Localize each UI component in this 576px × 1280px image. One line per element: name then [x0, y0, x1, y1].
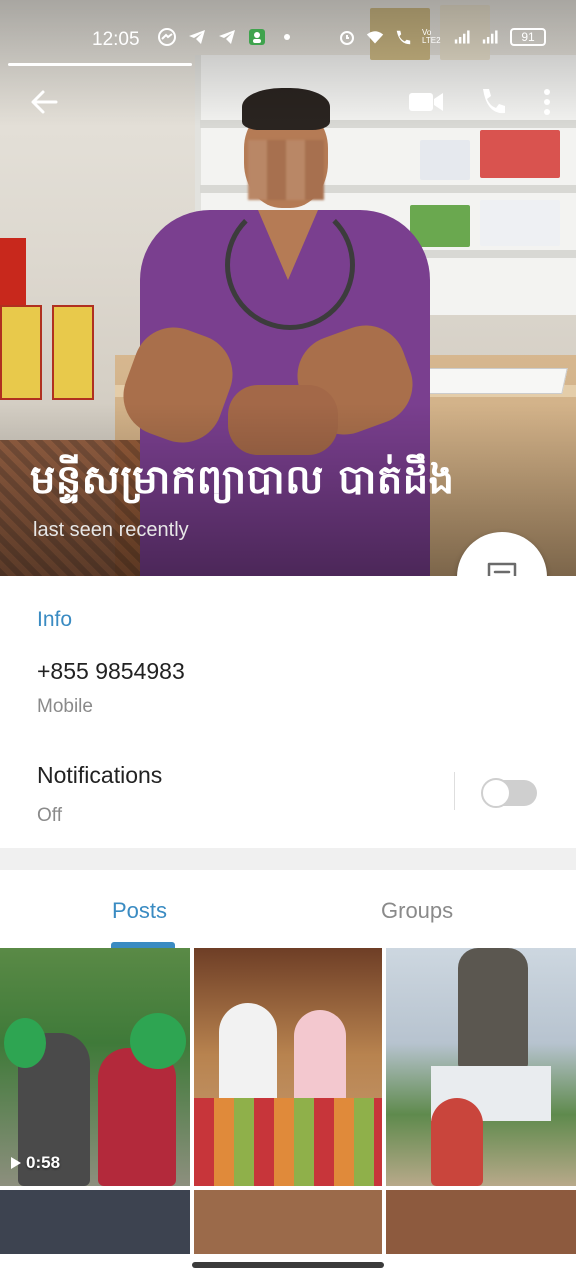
notifications-status: Off: [37, 805, 62, 826]
duration-text: 0:58: [26, 1153, 61, 1172]
info-heading: Info: [37, 608, 73, 631]
posts-grid: 0:58: [0, 948, 576, 1280]
fruit-offerings: [194, 1098, 382, 1186]
status-bar: 12:05 Vo LTE2 91: [0, 0, 576, 66]
signal-icon: [454, 28, 472, 46]
gesture-navigation-bar[interactable]: [192, 1262, 384, 1268]
contacts-icon: [248, 28, 266, 46]
more-options-button[interactable]: [540, 84, 554, 120]
statue: [458, 948, 528, 1068]
video-camera-icon: [409, 93, 443, 111]
phone-icon: [483, 89, 505, 114]
voice-call-button[interactable]: [474, 84, 510, 120]
post-thumbnail[interactable]: [0, 1190, 190, 1254]
lte-icon: Vo LTE2: [422, 28, 441, 45]
messenger-icon: [158, 28, 176, 46]
person-figure: [219, 1003, 277, 1113]
notifications-toggle[interactable]: [481, 778, 537, 808]
dot-icon: [278, 28, 296, 46]
video-duration: 0:58: [10, 1153, 60, 1173]
story-progress-bar: [8, 63, 192, 66]
post-thumbnail[interactable]: [386, 948, 576, 1186]
back-button[interactable]: [26, 84, 62, 120]
telegram-icon: [218, 28, 236, 46]
wifi-icon: [366, 28, 384, 46]
balloon: [130, 1013, 186, 1069]
more-vertical-icon: [544, 89, 550, 115]
status-time: 12:05: [92, 29, 140, 50]
system-icons: Vo LTE2 91: [338, 28, 546, 46]
phone-number[interactable]: +855 9854983: [37, 658, 185, 685]
person-figure: [431, 1098, 483, 1186]
person-figure: [98, 1048, 176, 1186]
tab-posts[interactable]: Posts: [112, 898, 167, 924]
media-tabs: Posts Groups: [0, 870, 576, 948]
info-section: Info +855 9854983 Mobile Notifications O…: [0, 576, 576, 848]
profile-name: មន្ទីសម្រាកព្យាបាល បាត់ដឹង: [30, 457, 455, 503]
notifications-label[interactable]: Notifications: [37, 762, 162, 789]
last-seen-status: last seen recently: [33, 519, 189, 541]
toggle-knob: [481, 778, 511, 808]
signal-icon: [482, 28, 500, 46]
post-thumbnail[interactable]: [194, 1190, 382, 1254]
post-thumbnail[interactable]: [386, 1190, 576, 1254]
tab-groups[interactable]: Groups: [381, 898, 453, 924]
notification-icons: [158, 28, 296, 46]
telegram-icon: [188, 28, 206, 46]
divider: [454, 772, 455, 810]
post-thumbnail[interactable]: 0:58: [0, 948, 190, 1186]
play-icon: [11, 1157, 21, 1169]
call-wifi-icon: [394, 28, 412, 46]
header-actions: [408, 84, 554, 120]
back-arrow-icon: [31, 90, 58, 114]
video-call-button[interactable]: [408, 84, 444, 120]
phone-type-label: Mobile: [37, 696, 93, 717]
post-thumbnail[interactable]: [194, 948, 382, 1186]
battery-icon: 91: [510, 28, 546, 46]
alarm-icon: [338, 28, 356, 46]
balloon: [4, 1018, 46, 1068]
